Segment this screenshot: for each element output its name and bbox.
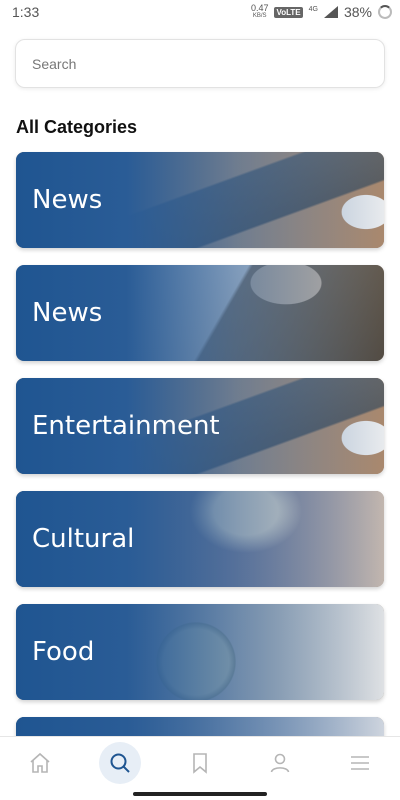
status-icons: 0.47 KB/S VoLTE 4G 38% (251, 4, 392, 20)
status-time: 1:33 (12, 4, 40, 20)
nav-bookmarks[interactable] (179, 742, 221, 784)
volte-badge: VoLTE (274, 6, 303, 18)
network-speed-value: 0.47 (250, 3, 269, 13)
search-input[interactable] (32, 55, 384, 72)
category-card-cultural[interactable]: Cultural (16, 491, 384, 587)
category-card-food[interactable]: Food (16, 604, 384, 700)
search-field[interactable] (15, 39, 385, 88)
home-icon (30, 752, 50, 773)
search-icon (110, 753, 130, 773)
battery-icon (378, 5, 392, 19)
category-label: News (32, 185, 103, 215)
profile-icon (270, 753, 290, 772)
menu-icon (351, 755, 369, 770)
category-label: Entertainment (32, 411, 220, 441)
bookmark-icon (193, 752, 207, 774)
category-label: Food (32, 637, 95, 667)
category-label: Cultural (32, 524, 135, 554)
battery-percent: 38% (343, 4, 372, 20)
nav-menu[interactable] (339, 742, 381, 784)
category-card-news-2[interactable]: News (16, 265, 384, 361)
bottom-nav (0, 736, 400, 788)
section-title: All Categories (16, 117, 138, 137)
nav-profile[interactable] (259, 742, 301, 784)
network-speed-unit: KB/S (252, 13, 267, 19)
nav-search[interactable] (99, 741, 141, 784)
network-speed: 0.47 KB/S (251, 4, 269, 20)
category-card-news[interactable]: News (16, 152, 384, 248)
category-card-entertainment[interactable]: Entertainment (16, 378, 384, 474)
category-label: News (32, 298, 103, 328)
status-bar: 1:33 0.47 KB/S VoLTE 4G 38% (0, 0, 400, 24)
nav-home[interactable] (19, 742, 61, 784)
system-home-indicator[interactable] (133, 792, 267, 796)
network-type: 4G (308, 6, 318, 13)
signal-icon (323, 6, 338, 18)
